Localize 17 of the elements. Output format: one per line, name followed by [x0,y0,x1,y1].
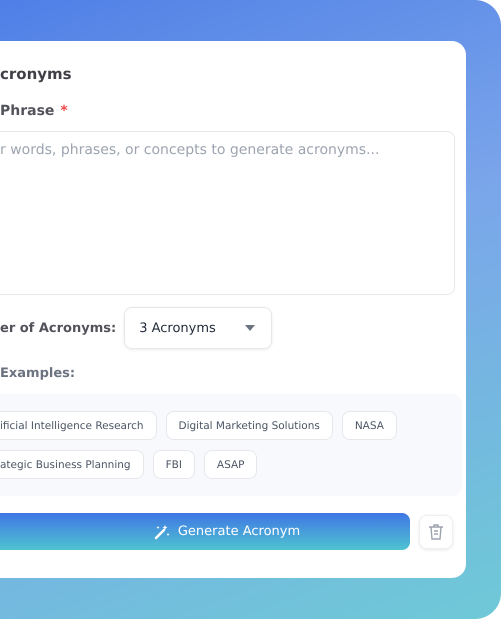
caret-icon [245,325,256,331]
examples-label: Examples: [0,366,76,383]
field-label: er of Acronyms: [0,320,116,336]
magic-wand-icon [154,524,170,540]
count-dropdown[interactable]: 3 Acronyms [124,307,272,349]
trash-icon [428,522,444,540]
field-label: Phrase [0,103,54,121]
phrase-input[interactable]: r words, phrases, or concepts to generate acronyms... [0,131,455,295]
example-chip[interactable]: ificial Intelligence Research [0,411,157,440]
example-chip[interactable]: ASAP [204,450,258,479]
delete-button[interactable] [419,514,453,548]
section-title: cronyms [0,65,73,85]
example-chip[interactable]: ategic Business Planning [0,450,144,479]
example-chip[interactable]: Digital Marketing Solutions [166,411,333,440]
example-chip[interactable]: NASA [342,411,397,440]
example-chip[interactable]: FBI [152,450,195,479]
required-mark: * [60,103,68,121]
